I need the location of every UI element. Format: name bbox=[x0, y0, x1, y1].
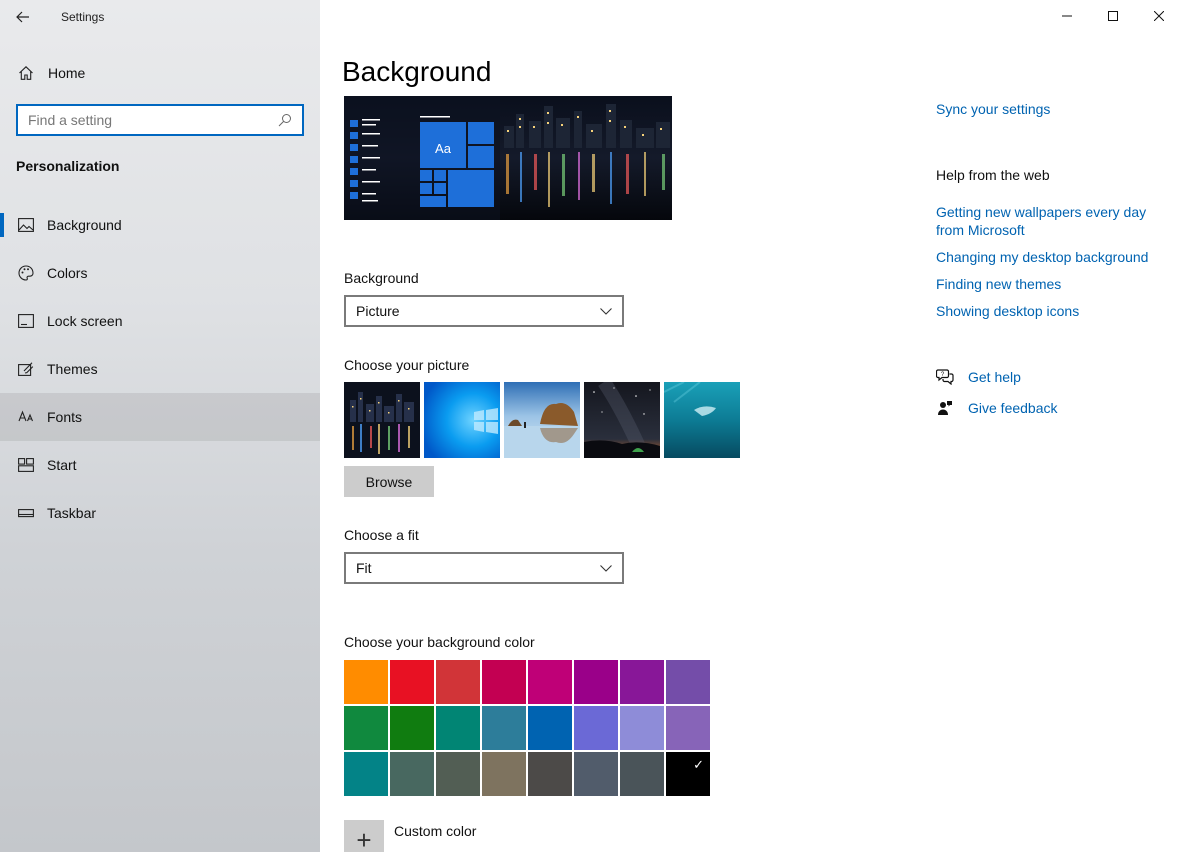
color-swatch[interactable] bbox=[528, 752, 572, 796]
fonts-icon bbox=[16, 407, 36, 427]
sidebar-item-taskbar[interactable]: Taskbar bbox=[0, 489, 320, 537]
fit-dropdown-value: Fit bbox=[356, 560, 372, 576]
custom-color-label: Custom color bbox=[394, 823, 477, 839]
main-panel: Background Aa Background Picture Choose … bbox=[320, 0, 1182, 852]
sidebar-item-background[interactable]: Background bbox=[0, 201, 320, 249]
sidebar-item-label: Taskbar bbox=[47, 505, 97, 521]
color-swatch[interactable] bbox=[344, 706, 388, 750]
color-swatch[interactable] bbox=[620, 660, 664, 704]
picture-thumbnails bbox=[344, 382, 740, 458]
picture-thumbnail-beach-rocks[interactable] bbox=[504, 382, 580, 458]
picture-icon bbox=[16, 215, 36, 235]
color-swatch[interactable] bbox=[666, 706, 710, 750]
plus-icon: + bbox=[344, 820, 384, 852]
themes-icon bbox=[16, 359, 36, 379]
sidebar-item-themes[interactable]: Themes bbox=[0, 345, 320, 393]
picture-thumbnail-windows[interactable] bbox=[424, 382, 500, 458]
sync-settings-link[interactable]: Sync your settings bbox=[936, 100, 1050, 118]
get-help-item[interactable]: ? Get help bbox=[936, 368, 1021, 386]
back-button[interactable] bbox=[0, 0, 46, 34]
color-swatch[interactable] bbox=[390, 752, 434, 796]
help-title: Help from the web bbox=[936, 167, 1050, 183]
sidebar: Settings Home Personalization Background… bbox=[0, 0, 320, 852]
color-swatch[interactable] bbox=[528, 660, 572, 704]
checkmark-icon: ✓ bbox=[693, 757, 704, 772]
picture-thumbnail-night-sky[interactable] bbox=[584, 382, 660, 458]
color-swatch[interactable] bbox=[574, 660, 618, 704]
nav-list: Background Colors Lock screen Themes Fon… bbox=[0, 201, 320, 537]
color-swatch[interactable] bbox=[482, 752, 526, 796]
chevron-down-icon bbox=[600, 307, 612, 315]
sidebar-item-fonts[interactable]: Fonts bbox=[0, 393, 320, 441]
sidebar-item-colors[interactable]: Colors bbox=[0, 249, 320, 297]
palette-icon bbox=[16, 263, 36, 283]
custom-color-button[interactable]: + Custom color bbox=[344, 820, 476, 852]
search-icon[interactable] bbox=[274, 113, 296, 127]
background-dropdown-value: Picture bbox=[356, 303, 400, 319]
get-help-link[interactable]: Get help bbox=[968, 368, 1021, 386]
sidebar-item-label: Fonts bbox=[47, 409, 83, 425]
background-dropdown[interactable]: Picture bbox=[344, 295, 624, 327]
color-swatch[interactable] bbox=[390, 660, 434, 704]
give-feedback-link[interactable]: Give feedback bbox=[968, 399, 1058, 417]
help-link-wallpapers[interactable]: Getting new wallpapers every day from Mi… bbox=[936, 203, 1166, 239]
help-link-desktop-background[interactable]: Changing my desktop background bbox=[936, 248, 1148, 266]
fit-label: Choose a fit bbox=[344, 527, 419, 543]
browse-button[interactable]: Browse bbox=[344, 466, 434, 497]
help-link-themes[interactable]: Finding new themes bbox=[936, 275, 1061, 293]
search-box[interactable] bbox=[16, 104, 304, 136]
sidebar-item-lock-screen[interactable]: Lock screen bbox=[0, 297, 320, 345]
sidebar-item-label: Themes bbox=[47, 361, 98, 377]
preview-image: Aa bbox=[344, 96, 672, 220]
start-icon bbox=[16, 455, 36, 475]
color-swatch-grid: ✓ bbox=[344, 660, 710, 796]
color-swatch[interactable] bbox=[620, 752, 664, 796]
home-icon bbox=[16, 63, 36, 83]
taskbar-icon bbox=[16, 503, 36, 523]
color-swatch[interactable] bbox=[482, 706, 526, 750]
page-title: Background bbox=[342, 56, 492, 87]
color-swatch[interactable] bbox=[436, 752, 480, 796]
color-swatch[interactable] bbox=[666, 660, 710, 704]
fit-dropdown[interactable]: Fit bbox=[344, 552, 624, 584]
help-link-desktop-icons[interactable]: Showing desktop icons bbox=[936, 302, 1079, 320]
color-swatch[interactable] bbox=[620, 706, 664, 750]
lock-screen-icon bbox=[16, 311, 36, 331]
color-swatch[interactable] bbox=[436, 660, 480, 704]
color-swatch[interactable] bbox=[436, 706, 480, 750]
color-label: Choose your background color bbox=[344, 634, 535, 650]
app-title: Settings bbox=[61, 10, 105, 24]
sidebar-item-label: Colors bbox=[47, 265, 88, 281]
sidebar-item-label: Background bbox=[47, 217, 122, 233]
color-swatch[interactable] bbox=[574, 706, 618, 750]
picture-thumbnail-underwater[interactable] bbox=[664, 382, 740, 458]
color-swatch[interactable] bbox=[528, 706, 572, 750]
section-title: Personalization bbox=[16, 158, 120, 174]
color-swatch[interactable] bbox=[344, 660, 388, 704]
color-swatch[interactable] bbox=[482, 660, 526, 704]
search-input[interactable] bbox=[18, 106, 274, 134]
chevron-down-icon bbox=[600, 564, 612, 572]
sidebar-item-label: Lock screen bbox=[47, 313, 123, 329]
background-label: Background bbox=[344, 270, 419, 286]
title-bar: Settings bbox=[0, 0, 320, 34]
back-arrow-icon bbox=[16, 11, 29, 23]
home-nav[interactable]: Home bbox=[0, 56, 320, 90]
color-swatch[interactable] bbox=[344, 752, 388, 796]
picture-thumbnail-city-night[interactable] bbox=[344, 382, 420, 458]
color-swatch[interactable] bbox=[574, 752, 618, 796]
choose-picture-label: Choose your picture bbox=[344, 357, 470, 373]
background-preview: Aa bbox=[344, 96, 672, 220]
home-label: Home bbox=[48, 65, 86, 81]
give-feedback-item[interactable]: Give feedback bbox=[936, 399, 1058, 417]
sidebar-item-label: Start bbox=[47, 457, 77, 473]
preview-tile-text: Aa bbox=[435, 141, 452, 156]
color-swatch[interactable]: ✓ bbox=[666, 752, 710, 796]
chat-help-icon: ? bbox=[936, 368, 954, 386]
feedback-icon bbox=[936, 399, 954, 417]
color-swatch[interactable] bbox=[390, 706, 434, 750]
sidebar-item-start[interactable]: Start bbox=[0, 441, 320, 489]
